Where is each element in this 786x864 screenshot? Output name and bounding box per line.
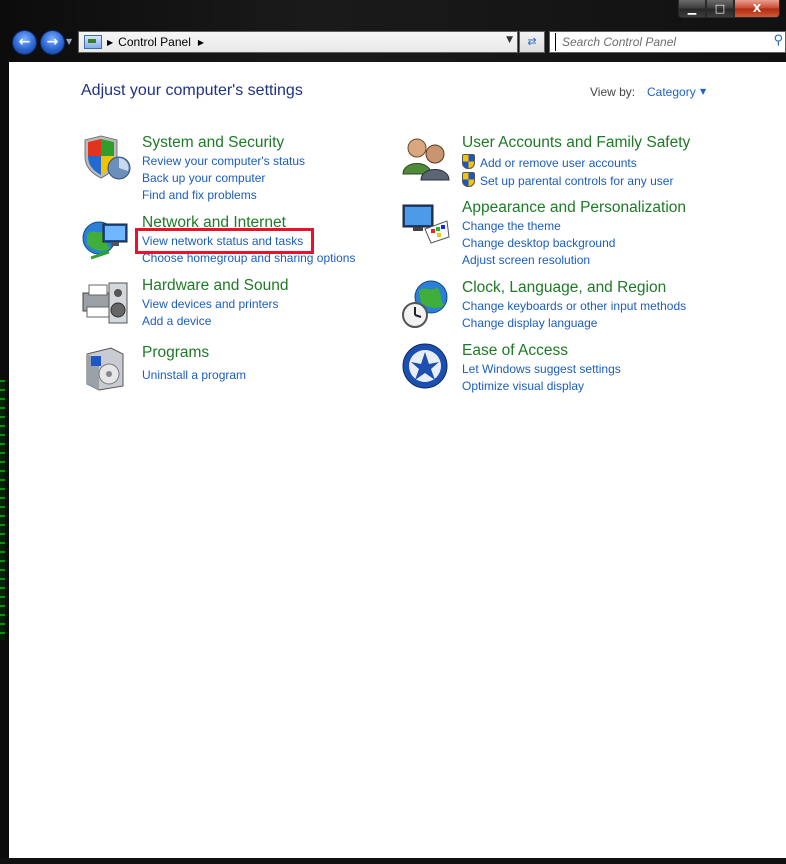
programs-box-icon: [86, 347, 124, 391]
search-icon[interactable]: ⚲: [773, 33, 783, 48]
refresh-icon: ⇄: [527, 35, 537, 48]
network-globe-icon: [82, 221, 128, 260]
category-title[interactable]: System and Security: [142, 134, 284, 152]
link-label: Add or remove user accounts: [480, 156, 637, 170]
search-input[interactable]: [555, 33, 772, 51]
address-dropdown-icon[interactable]: ▼: [506, 35, 513, 45]
category-title[interactable]: Appearance and Personalization: [462, 199, 686, 217]
link-windows-suggest[interactable]: Let Windows suggest settings: [462, 362, 621, 376]
link-label: Set up parental controls for any user: [480, 174, 674, 188]
ease-of-access-icon: [402, 343, 448, 389]
refresh-button[interactable]: ⇄: [519, 31, 545, 53]
content-pane: Adjust your computer's settings View by:…: [9, 62, 786, 858]
category-title[interactable]: Programs: [142, 344, 209, 362]
minimize-button[interactable]: ▁: [678, 0, 706, 18]
view-by-label: View by:: [590, 85, 636, 99]
close-button[interactable]: X: [734, 0, 780, 18]
link-add-remove-users[interactable]: Add or remove user accounts: [462, 154, 637, 170]
recent-pages-button[interactable]: ▼: [66, 37, 72, 46]
link-change-theme[interactable]: Change the theme: [462, 219, 561, 233]
search-box: ⚲: [549, 31, 786, 53]
link-keyboards[interactable]: Change keyboards or other input methods: [462, 299, 686, 313]
clock-globe-icon: [402, 280, 448, 328]
link-review-status[interactable]: Review your computer's status: [142, 154, 305, 168]
forward-button[interactable]: →: [40, 30, 65, 55]
link-visual-display[interactable]: Optimize visual display: [462, 379, 584, 393]
navigation-bar: ← → ▼ ▶ Control Panel ▶ ▼ ⇄ ⚲: [0, 28, 786, 58]
address-bar[interactable]: ▶ Control Panel ▶ ▼: [78, 31, 518, 53]
category-title[interactable]: User Accounts and Family Safety: [462, 134, 690, 152]
category-title[interactable]: Ease of Access: [462, 342, 568, 360]
right-arrow-icon: →: [46, 34, 59, 50]
page-title: Adjust your computer's settings: [81, 82, 303, 99]
breadcrumb-chevron-icon[interactable]: ▶: [198, 38, 204, 47]
category-title[interactable]: Clock, Language, and Region: [462, 279, 666, 297]
view-by-dropdown[interactable]: Category: [647, 85, 696, 99]
control-panel-icon: [84, 35, 102, 49]
link-uninstall[interactable]: Uninstall a program: [142, 368, 246, 382]
link-desktop-background[interactable]: Change desktop background: [462, 236, 615, 250]
uac-shield-icon: [462, 154, 475, 169]
breadcrumb-separator-icon[interactable]: ▶: [107, 38, 113, 47]
caption-buttons: ▁ □ X: [678, 0, 780, 18]
highlight-box: [135, 228, 314, 254]
category-title[interactable]: Hardware and Sound: [142, 277, 289, 295]
printer-speaker-icon: [82, 282, 128, 324]
breadcrumb-control-panel[interactable]: Control Panel: [118, 35, 191, 49]
users-icon: [402, 138, 450, 181]
link-devices-printers[interactable]: View devices and printers: [142, 297, 279, 311]
desktop-background-edge: [0, 380, 5, 640]
link-backup[interactable]: Back up your computer: [142, 171, 265, 185]
back-button[interactable]: ←: [12, 30, 37, 55]
link-add-device[interactable]: Add a device: [142, 314, 211, 328]
monitor-palette-icon: [402, 204, 450, 244]
link-screen-resolution[interactable]: Adjust screen resolution: [462, 253, 590, 267]
maximize-button[interactable]: □: [706, 0, 734, 18]
link-parental-controls[interactable]: Set up parental controls for any user: [462, 172, 673, 188]
chevron-down-icon[interactable]: ▼: [700, 87, 706, 96]
window-bottom-border: [0, 858, 786, 864]
left-arrow-icon: ←: [18, 34, 31, 50]
link-find-fix[interactable]: Find and fix problems: [142, 188, 257, 202]
uac-shield-icon: [462, 172, 475, 187]
shield-icon: [84, 135, 131, 180]
link-display-language[interactable]: Change display language: [462, 316, 597, 330]
